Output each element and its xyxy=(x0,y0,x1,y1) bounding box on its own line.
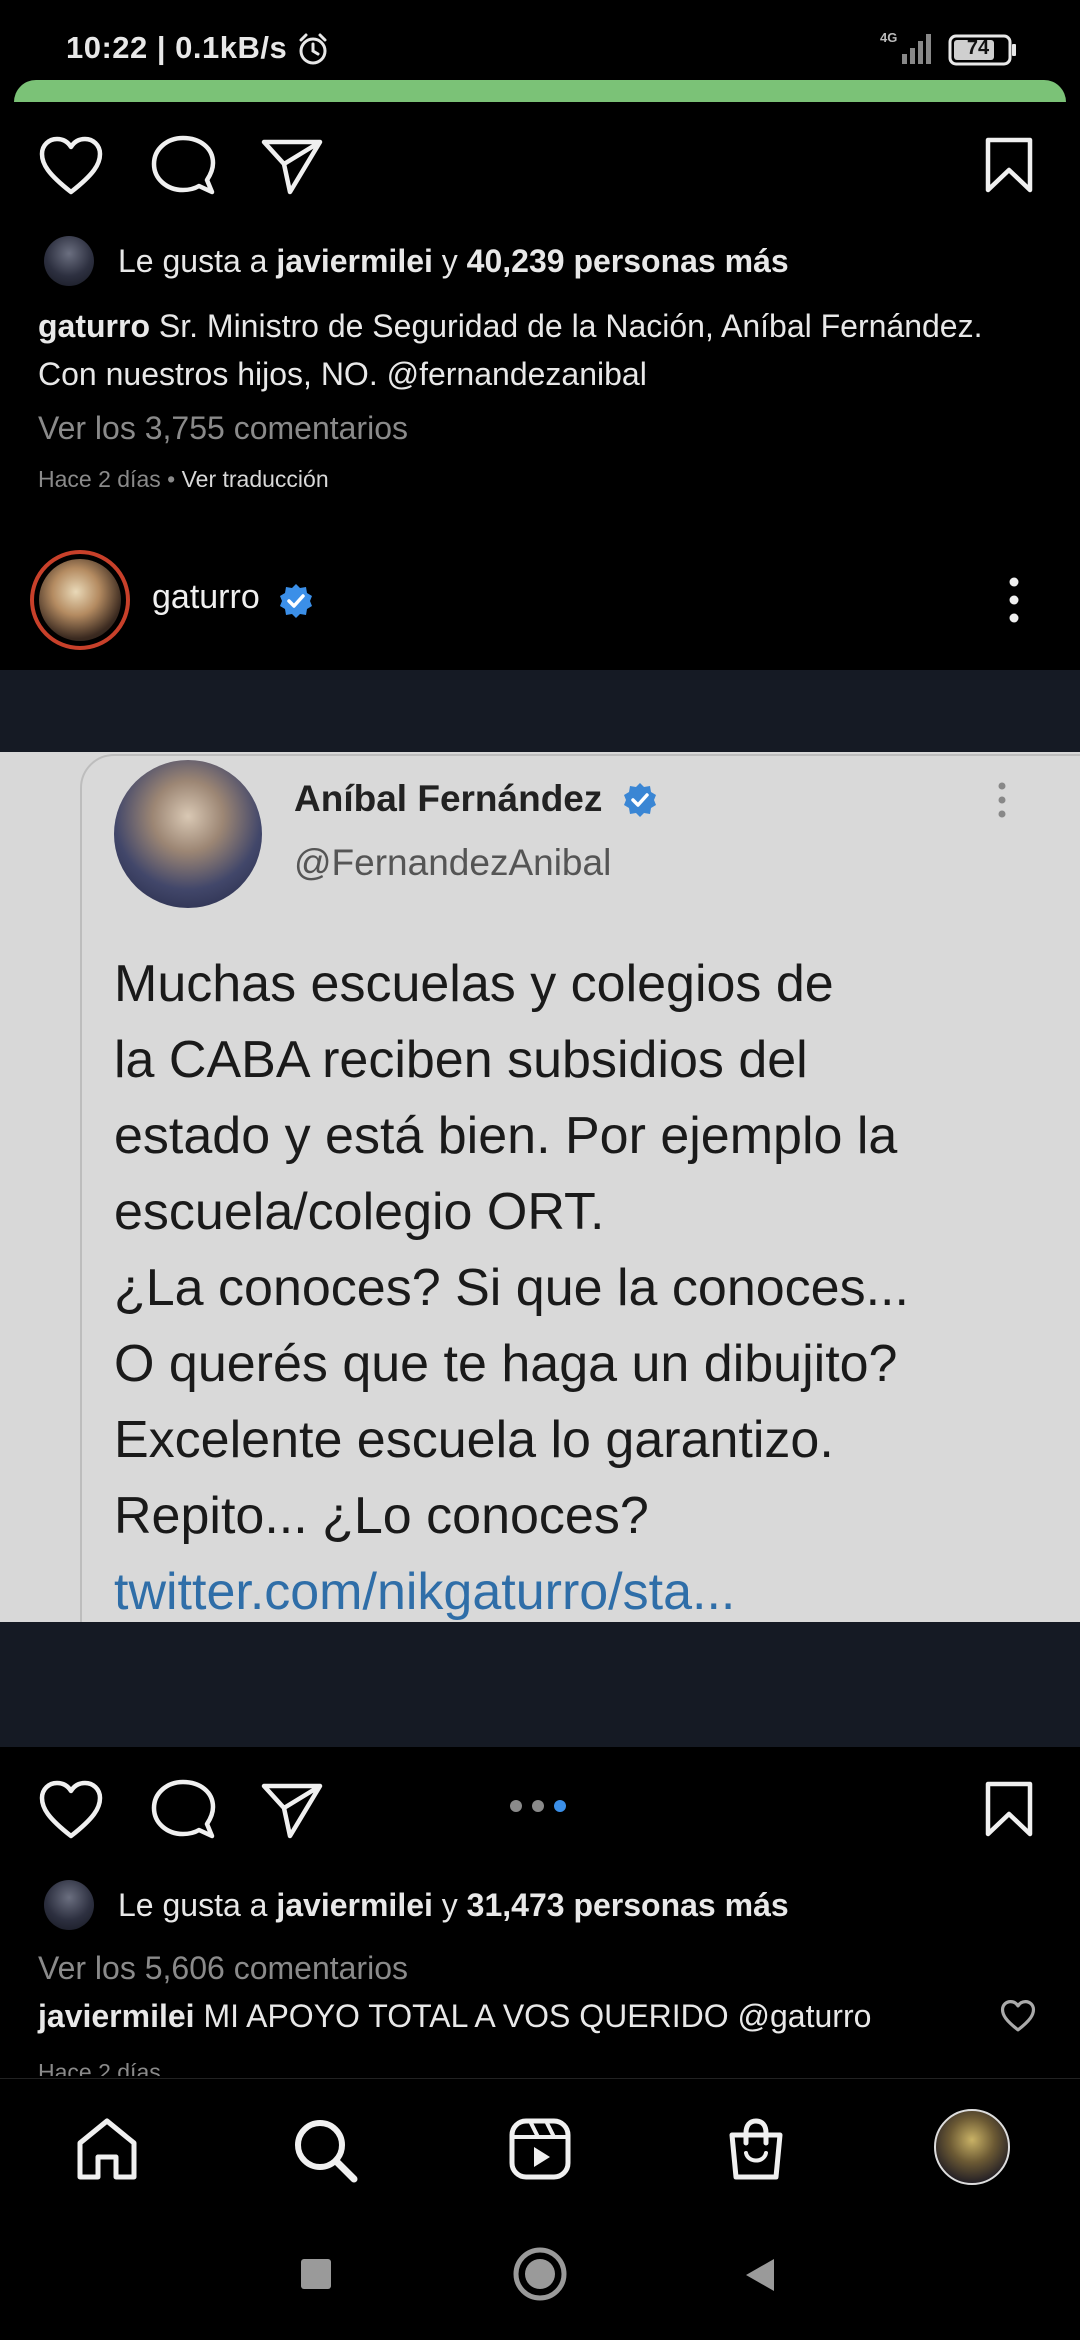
bottom-navigation xyxy=(0,2078,1080,2208)
carousel-dot-active xyxy=(554,1800,566,1812)
media-letterbox-bottom xyxy=(0,1622,1080,1747)
media-letterbox-top xyxy=(0,670,1080,752)
post-author-avatar[interactable] xyxy=(30,550,130,650)
view-comments-link[interactable]: Ver los 3,755 comentarios xyxy=(38,410,408,447)
like-heart-icon[interactable] xyxy=(38,1780,104,1840)
status-bar: 10:22 | 0.1kB/s 4G 74 xyxy=(0,0,1080,80)
verified-badge-icon xyxy=(280,584,312,618)
tweet-line: Repito... ¿Lo conoces? xyxy=(114,1487,649,1545)
post-time: Hace 2 días xyxy=(38,466,161,492)
save-bookmark-icon[interactable] xyxy=(984,1780,1034,1838)
caption-text: Sr. Ministro de Seguridad de la Nación, … xyxy=(38,308,983,392)
post-author-username[interactable]: gaturro xyxy=(152,578,260,617)
like-heart-icon[interactable] xyxy=(38,136,104,196)
signal-icon: 4G xyxy=(880,30,931,64)
post-caption: gaturro Sr. Ministro de Seguridad de la … xyxy=(38,302,1048,398)
post-media-image[interactable]: Aníbal Fernández @FernandezAnibal Muchas… xyxy=(0,752,1080,1622)
top-comment: javiermilei MI APOYO TOTAL A VOS QUERIDO… xyxy=(38,1998,871,2035)
comment-bubble-icon[interactable] xyxy=(150,134,216,200)
share-send-icon[interactable] xyxy=(260,136,324,196)
comment-like-icon[interactable] xyxy=(1000,2000,1036,2032)
search-icon[interactable] xyxy=(292,2117,358,2183)
system-navigation xyxy=(0,2208,1080,2340)
tweet-more-icon xyxy=(998,782,1006,818)
home-circle-icon[interactable] xyxy=(512,2246,568,2302)
carousel-dot xyxy=(510,1800,522,1812)
tweet-author-handle: @FernandezAnibal xyxy=(294,842,612,883)
profile-avatar[interactable] xyxy=(934,2109,1010,2185)
save-bookmark-icon[interactable] xyxy=(984,136,1034,194)
carousel-dot xyxy=(532,1800,544,1812)
tweet-line: Muchas escuelas y colegios de xyxy=(114,955,834,1013)
home-icon[interactable] xyxy=(74,2117,140,2181)
more-options-icon[interactable] xyxy=(1000,574,1028,626)
reels-icon[interactable] xyxy=(508,2117,572,2181)
likes-summary[interactable]: Le gusta a javiermilei y 31,473 personas… xyxy=(44,1880,789,1930)
tweet-line: Excelente escuela lo garantizo. xyxy=(114,1411,834,1469)
liker-avatar xyxy=(44,1880,94,1930)
tweet-link: twitter.com/nikgaturro/sta... xyxy=(114,1563,736,1621)
likes-summary[interactable]: Le gusta a javiermilei y 40,239 personas… xyxy=(44,236,789,286)
status-time: 10:22 | 0.1kB/s xyxy=(66,30,288,65)
translate-link[interactable]: Ver traducción xyxy=(182,466,329,492)
post-time: Hace 2 días xyxy=(38,2059,161,2076)
view-comments-link[interactable]: Ver los 5,606 comentarios xyxy=(38,1950,408,1987)
recents-square-icon[interactable] xyxy=(298,2256,334,2292)
caption-username[interactable]: gaturro xyxy=(38,308,150,344)
network-label: 4G xyxy=(880,30,897,45)
tweet-author-avatar xyxy=(114,760,262,908)
shop-icon[interactable] xyxy=(724,2117,788,2181)
tweet-text: Muchas escuelas y colegios de la CABA re… xyxy=(114,946,1044,1622)
battery-level: 74 xyxy=(966,37,990,59)
share-send-icon[interactable] xyxy=(260,1780,324,1840)
tweet-line: estado y está bien. Por ejemplo la xyxy=(114,1107,898,1165)
tweet-line: escuela/colegio ORT. xyxy=(114,1183,605,1241)
comment-bubble-icon[interactable] xyxy=(150,1778,216,1844)
liker-avatar xyxy=(44,236,94,286)
alarm-icon xyxy=(299,33,327,65)
tweet-line: ¿La conoces? Si que la conoces... xyxy=(114,1259,909,1317)
post-time-row: Hace 2 días • Ver traducción xyxy=(38,466,329,492)
tweet-card: Aníbal Fernández @FernandezAnibal Muchas… xyxy=(80,754,1080,1622)
progress-banner xyxy=(14,80,1066,102)
comment-text: MI APOYO TOTAL A VOS QUERIDO @gaturro xyxy=(203,1998,872,2034)
carousel-indicator xyxy=(510,1800,566,1812)
tweet-verified-icon xyxy=(624,783,656,817)
tweet-line: la CABA reciben subsidios del xyxy=(114,1031,808,1089)
tweet-line: O querés que te haga un dibujito? xyxy=(114,1335,898,1393)
back-triangle-icon[interactable] xyxy=(742,2256,778,2294)
comment-username[interactable]: javiermilei xyxy=(38,1998,195,2034)
tweet-author-name: Aníbal Fernández xyxy=(294,778,603,819)
